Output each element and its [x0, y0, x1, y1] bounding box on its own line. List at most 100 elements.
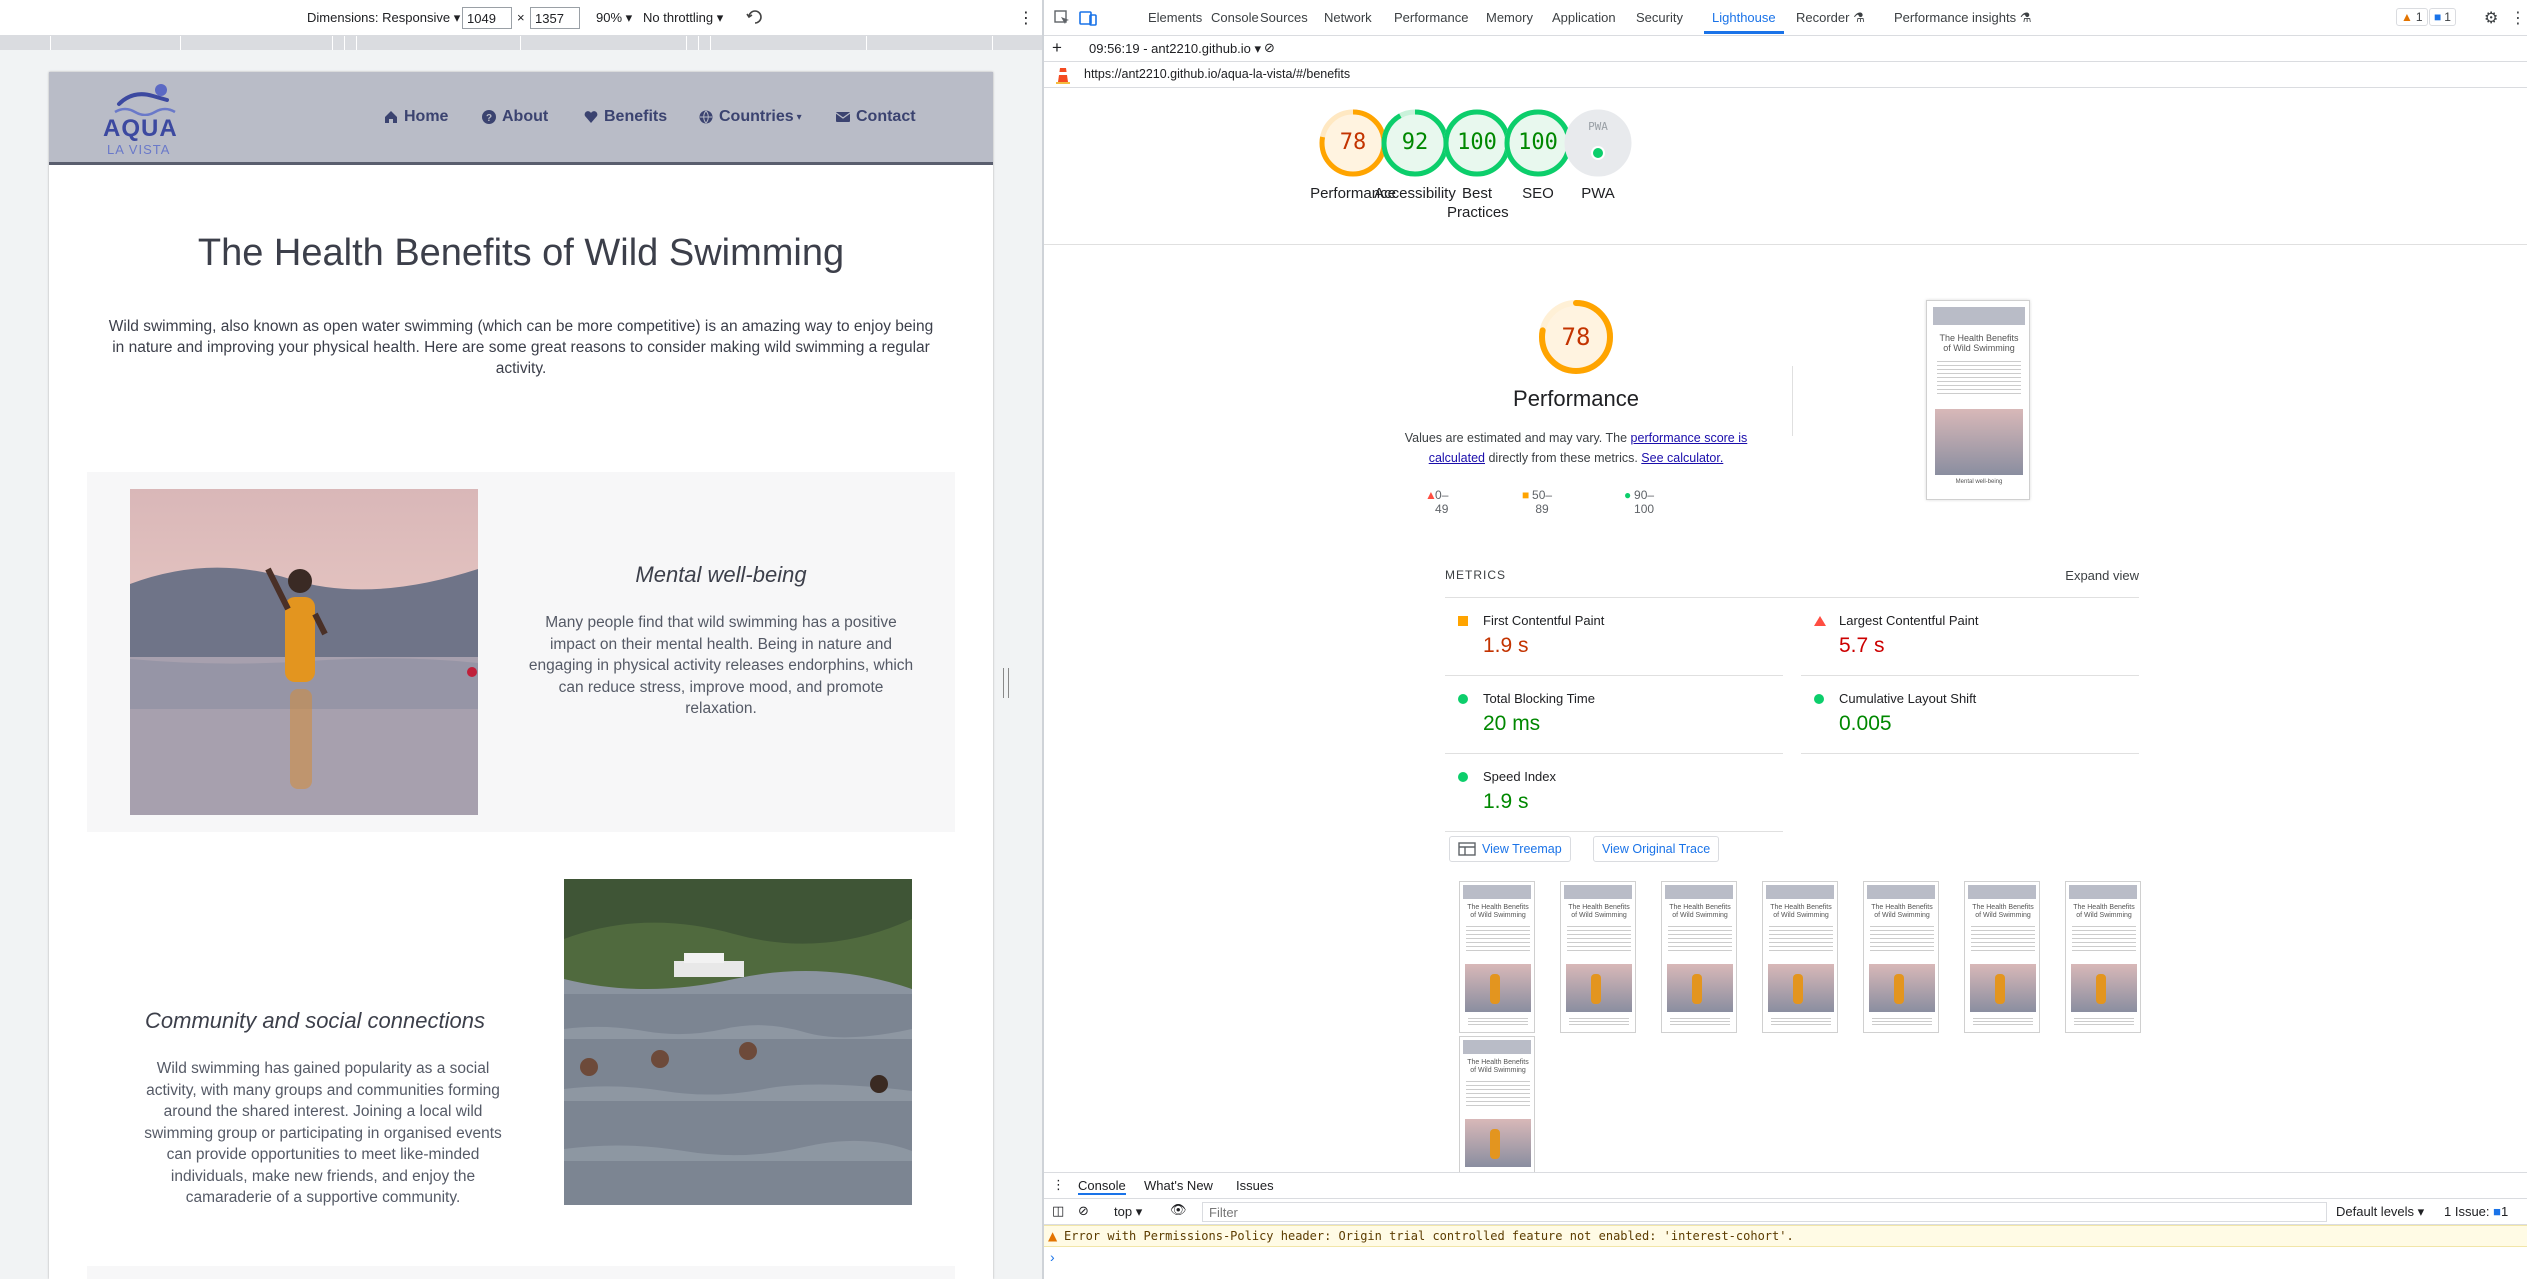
legend-pass: ● 90–100	[1624, 488, 1654, 516]
add-report-icon[interactable]: +	[1052, 38, 1062, 58]
metric-first-contentful-paint: First Contentful Paint 1.9 s	[1445, 598, 1783, 676]
nav-benefits[interactable]: Benefits	[584, 108, 667, 126]
nav-home[interactable]: Home	[384, 108, 448, 126]
legend-fail: ▲ 0–49	[1425, 488, 1448, 516]
device-toolbar-icon[interactable]	[1079, 9, 1097, 27]
tab-recorder-label: Recorder	[1796, 10, 1850, 25]
resize-handle[interactable]	[1003, 668, 1009, 698]
tab-performance[interactable]: Performance	[1394, 10, 1468, 25]
warning-icon: ▲	[2401, 10, 2413, 24]
tab-memory[interactable]: Memory	[1486, 10, 1533, 25]
settings-gear-icon[interactable]: ⚙	[2484, 8, 2498, 28]
view-trace-label: View Original Trace	[1602, 842, 1711, 856]
view-treemap-button[interactable]: View Treemap	[1449, 836, 1571, 862]
home-icon	[385, 111, 397, 123]
tab-console[interactable]: Console	[1211, 10, 1259, 25]
nav-countries[interactable]: Countries ▾	[699, 108, 802, 126]
score-gauges: 78 Performance 92 Accessibility 100 Best Prac…	[1044, 88, 2527, 245]
card-text-community: Wild swimming has gained popularity as a…	[144, 1060, 502, 1206]
console-warning-message: ▲ Error with Permissions-Policy header: O…	[1044, 1225, 2527, 1247]
log-levels-dropdown[interactable]: Default levels ▾	[2336, 1204, 2424, 1220]
more-options-icon[interactable]: ⋮	[2510, 8, 2526, 28]
throttling-dropdown[interactable]: No throttling ▾	[643, 10, 723, 26]
lighthouse-report: 78 Performance 92 Accessibility 100 Best Prac…	[1044, 88, 2527, 1172]
drawer-tab-issues[interactable]: Issues	[1236, 1178, 1274, 1193]
metric-value: 1.9 s	[1483, 790, 1529, 813]
issue-message-icon: ■	[2493, 1204, 2502, 1219]
issues-counter[interactable]: 1 Issue: ■1	[2444, 1204, 2508, 1219]
context-select[interactable]: top ▾	[1114, 1204, 1142, 1220]
frame-title: The Health Benefits of Wild Swimming	[1770, 904, 1832, 919]
message-icon: ■	[2434, 10, 2442, 24]
height-input[interactable]: 1357	[530, 7, 580, 29]
drawer-tab-whats-new[interactable]: What's New	[1144, 1178, 1213, 1193]
width-input[interactable]: 1049	[462, 7, 512, 29]
messages-badge[interactable]: ■ 1	[2429, 8, 2456, 26]
tab-sources[interactable]: Sources	[1260, 10, 1308, 25]
metric-value: 20 ms	[1483, 712, 1541, 735]
tab-elements[interactable]: Elements	[1148, 10, 1202, 25]
inspect-element-icon[interactable]	[1054, 10, 1070, 26]
devtools-panel: Elements Console Sources Network Perform…	[1044, 0, 2527, 1279]
drawer-tab-console[interactable]: Console	[1078, 1178, 1126, 1195]
report-select[interactable]: 09:56:19 - ant2210.github.io ▾	[1089, 41, 1261, 57]
device-toolbar: Dimensions: Responsive ▾ 1049 × 1357 90%…	[0, 0, 1042, 36]
dimension-separator: ×	[517, 10, 525, 25]
metric-name: Largest Contentful Paint	[1839, 613, 1979, 628]
active-tab-indicator	[1704, 31, 1784, 34]
benefit-card-community: Community and social connections Wild sw…	[87, 868, 955, 1208]
card-text-mental: Many people find that wild swimming has …	[528, 614, 914, 717]
tab-recorder[interactable]: Recorder ⚗	[1796, 10, 1865, 26]
tab-network[interactable]: Network	[1324, 10, 1372, 25]
nav-contact[interactable]: Contact	[836, 108, 916, 126]
throttle-label: No throttling	[643, 10, 714, 25]
clear-console-icon[interactable]: ⊘	[1078, 1203, 1089, 1219]
frame-title: The Health Benefits of Wild Swimming	[1871, 904, 1933, 919]
console-filter-input[interactable]: Filter	[1202, 1202, 2327, 1222]
live-expression-eye-icon[interactable]: 👁	[1170, 1202, 1187, 1218]
drawer-menu-icon[interactable]: ⋮	[1052, 1177, 1065, 1193]
nav-contact-label: Contact	[856, 108, 916, 125]
frame-title: The Health Benefits of Wild Swimming	[1568, 904, 1630, 919]
performance-title: Performance	[1513, 386, 1639, 411]
warnings-badge[interactable]: ▲ 1	[2396, 8, 2428, 26]
screenshot-title: The Health Benefits of Wild Swimming	[1939, 333, 2019, 353]
media-query-ruler[interactable]	[0, 36, 1042, 50]
filmstrip-frame: The Health Benefits of Wild Swimming	[1560, 881, 1636, 1033]
view-trace-button[interactable]: View Original Trace	[1593, 836, 1720, 862]
metrics-title: METRICS	[1445, 568, 1506, 582]
tab-performance-insights[interactable]: Performance insights ⚗	[1894, 10, 2031, 26]
nav-about[interactable]: ? About	[482, 108, 548, 126]
report-url[interactable]: https://ant2210.github.io/aqua-la-vista/…	[1084, 67, 1350, 81]
treemap-icon	[1458, 842, 1476, 856]
warning-text: Error with Permissions-Policy header: Or…	[1064, 1229, 1794, 1243]
sidebar-toggle-icon[interactable]: ◫	[1052, 1203, 1064, 1219]
lighthouse-logo-icon	[1056, 68, 1070, 84]
tab-application[interactable]: Application	[1552, 10, 1616, 25]
more-options-icon[interactable]: ⋮	[1018, 8, 1034, 28]
chevron-down-icon: ▾	[796, 111, 802, 123]
card-heading-mental: Mental well-being	[635, 562, 807, 587]
warnings-count: 1	[2415, 10, 2423, 24]
context-label: top	[1114, 1204, 1133, 1219]
final-screenshot[interactable]: The Health Benefits of Wild Swimming Men…	[1926, 300, 2030, 500]
tab-security[interactable]: Security	[1636, 10, 1683, 25]
gauge-ring: PWA	[1563, 108, 1633, 178]
gauge-pwa[interactable]: PWA PWA	[1543, 108, 1653, 203]
filmstrip-frame: The Health Benefits of Wild Swimming	[2065, 881, 2141, 1033]
fail-triangle-icon	[1814, 616, 1826, 626]
see-calculator-link[interactable]: See calculator.	[1641, 451, 1723, 465]
site-logo[interactable]: AQUA LA VISTA	[103, 82, 183, 157]
console-prompt[interactable]: ›	[1050, 1249, 1055, 1265]
zoom-dropdown[interactable]: 90% ▾	[596, 10, 632, 26]
device-emulation-pane: Dimensions: Responsive ▾ 1049 × 1357 90%…	[0, 0, 1042, 1279]
expand-view-toggle[interactable]: Expand view	[2065, 568, 2139, 583]
messages-count: 1	[2444, 10, 2451, 24]
issues-count: 1	[2501, 1204, 2509, 1219]
filmstrip-frame: The Health Benefits of Wild Swimming	[1661, 881, 1737, 1033]
tab-lighthouse[interactable]: Lighthouse	[1712, 10, 1776, 25]
dimensions-dropdown[interactable]: Dimensions: Responsive ▾	[307, 10, 460, 26]
clear-icon[interactable]: ⊘	[1264, 40, 1275, 56]
rotate-icon[interactable]	[744, 6, 766, 28]
dimensions-label: Dimensions: Responsive	[307, 10, 451, 25]
